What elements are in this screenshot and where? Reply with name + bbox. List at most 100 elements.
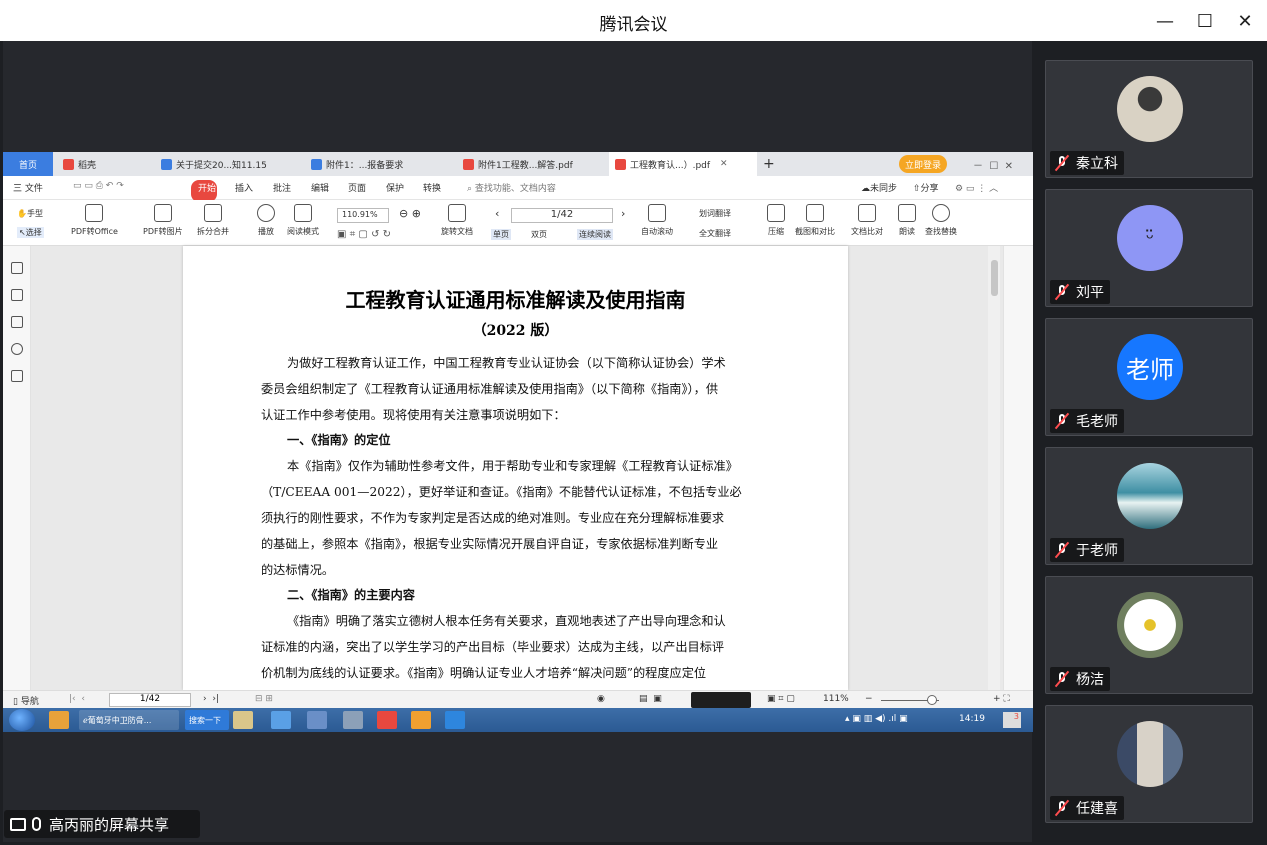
play-button[interactable]: 播放 [257,204,275,237]
doc-line: 价机制为底线的认证要求。《指南》明确认证专业人才培养“解决问题”的程度应定位 [261,666,707,680]
comment-icon[interactable] [11,316,23,328]
view-tool-icons[interactable]: ▣ ⌗ ▢ ↺ ↻ [337,229,391,240]
minimize-button[interactable]: — [1150,7,1180,35]
close-tab-icon[interactable]: ✕ [720,159,728,169]
layout-icons[interactable]: ▣ ⌗ ▢ [767,694,795,704]
notification-badge[interactable]: 3 [1003,712,1021,728]
participant-tile[interactable]: 于老师 [1045,447,1253,565]
zoom-in-icon[interactable]: + ⛶ [993,694,1010,704]
compress-button[interactable]: 压缩 [767,204,785,237]
menu-file[interactable]: 三 文件 [13,181,43,194]
media-icon[interactable] [307,711,327,729]
page-number-input[interactable]: 1/42 [511,208,613,223]
taskbar-search[interactable]: 搜索一下 [185,710,229,730]
auto-scroll-button[interactable]: 自动滚动 [641,204,673,237]
app-icon[interactable] [49,711,69,729]
tab-doc-1[interactable]: 关于提交20...知11.15 [161,152,301,176]
attachment-icon[interactable] [11,343,23,355]
view-toggle-icons[interactable]: ⊟ ⊞ [255,694,273,704]
maximize-button[interactable]: ☐ [1190,7,1220,35]
participant-name: 毛老师 [1076,414,1118,430]
page-view-icon[interactable]: ▤ ▣ [639,694,662,704]
quick-access-icons[interactable]: ▭ ▭ ⎙ ↶ ↷ [73,181,124,191]
hand-icon: ✋ [17,209,27,218]
participant-tile[interactable]: ᵕ̈ 刘平 [1045,189,1253,307]
daoke-icon [63,158,74,170]
share-button[interactable]: ⇧分享 [913,181,939,194]
menu-insert[interactable]: 插入 [235,181,253,194]
ie-browser-icon[interactable] [271,711,291,729]
read-aloud-button[interactable]: 朗读 [898,204,916,237]
zoom-out-icon[interactable]: − [865,694,873,704]
floating-share-toolbar[interactable] [691,692,751,708]
menu-page[interactable]: 页面 [348,181,366,194]
double-page-button[interactable]: 双页 [531,229,547,240]
wps-icon[interactable] [377,711,397,729]
zoom-out-in-icons[interactable]: ⊖ ⊕ [399,207,421,220]
wps-window-controls[interactable]: － ☐ ✕ [973,152,1033,176]
full-translate-button[interactable]: 全文翻译 [699,228,731,239]
split-merge-button[interactable]: 拆分合并 [197,204,229,237]
rotate-doc-button[interactable]: 旋转文档 [441,204,473,237]
menu-protect[interactable]: 保护 [386,181,404,194]
eye-icon[interactable]: ◉ [597,694,605,704]
tab-daoke[interactable]: 稻壳 [63,152,153,176]
doc-compare-button[interactable]: 文档比对 [851,204,883,237]
screen-share-icon [10,817,26,831]
thumbnail-icon[interactable] [11,289,23,301]
scroll-icon [648,204,666,222]
first-prev-page-icons[interactable]: |‹ ‹ [69,694,85,704]
tab-label: 附件1工程教...解答.pdf [478,160,573,171]
search-function[interactable]: ⌕ 查找功能、文档内容 [467,181,556,194]
menu-start[interactable]: 开始 [191,180,217,202]
next-page-icon[interactable]: › [621,207,625,220]
vertical-scrollbar[interactable] [988,246,1000,690]
continuous-read-button[interactable]: 连续阅读 [577,229,613,240]
tab-doc-3[interactable]: 附件1工程教...解答.pdf [463,152,603,176]
zoom-select[interactable]: 110.91% [337,208,389,223]
new-tab-button[interactable]: + [763,152,779,176]
login-button[interactable]: 立即登录 [899,155,948,173]
pdf-to-office-button[interactable]: PDF转Office [71,204,118,237]
doc-line: 《指南》明确了落实立德树人根本任务有关要求，直观地表述了产出导向理念和认 [287,614,726,628]
close-button[interactable]: ✕ [1230,7,1260,35]
avatar [1117,592,1183,658]
folder-icon[interactable] [233,711,253,729]
read-mode-button[interactable]: 阅读模式 [287,204,319,237]
participant-tile[interactable]: 秦立科 [1045,60,1253,178]
select-tool[interactable]: ↖选择 [17,227,44,238]
tab-home[interactable]: 首页 [3,152,53,176]
prev-page-icon[interactable]: ‹ [495,207,499,220]
single-page-button[interactable]: 单页 [491,229,511,240]
bookmark-icon[interactable] [11,262,23,274]
find-replace-button[interactable]: 查找替换 [925,204,957,237]
nav-toggle[interactable]: ▯ 导航 [13,694,39,707]
pdf-to-image-button[interactable]: PDF转图片 [143,204,183,237]
tencent-meeting-icon[interactable] [445,711,465,729]
participant-tile[interactable]: 老师 毛老师 [1045,318,1253,436]
status-zoom[interactable]: 111% [823,694,849,704]
signature-icon[interactable] [11,370,23,382]
participant-tile[interactable]: 杨洁 [1045,576,1253,694]
menu-convert[interactable]: 转换 [423,181,441,194]
tab-doc-active[interactable]: 工程教育认...）.pdf ✕ [609,152,757,176]
app-icon[interactable] [411,711,431,729]
next-last-page-icons[interactable]: › ›| [203,694,219,704]
menu-edit[interactable]: 编辑 [311,181,329,194]
word-translate-button[interactable]: 划词翻译 [699,208,731,219]
hand-tool[interactable]: ✋手型 [17,208,43,219]
zoom-slider-knob[interactable] [927,695,937,705]
sync-status[interactable]: ☁未同步 [861,181,897,194]
screenshot-compare-button[interactable]: 截图和对比 [795,204,835,237]
tab-doc-2[interactable]: 附件1：...报备要求 [311,152,451,176]
system-tray-icons[interactable]: ▴ ▣ ▥ ◀) .ıl ▣ [845,714,908,724]
app-icon[interactable] [343,711,363,729]
taskbar-browser[interactable]: ℯ 葡萄牙中卫防骨... [79,710,179,730]
status-page-input[interactable]: 1/42 [109,693,191,707]
menu-more-icons[interactable]: ⚙ ▭ ⋮ ︿ [955,181,998,194]
scrollbar-thumb[interactable] [991,260,998,296]
windows-start-icon[interactable] [9,709,35,731]
participant-tile[interactable]: 任建喜 [1045,705,1253,823]
screen-share-caption: 高丙丽的屏幕共享 [4,810,200,838]
menu-annotate[interactable]: 批注 [273,181,291,194]
